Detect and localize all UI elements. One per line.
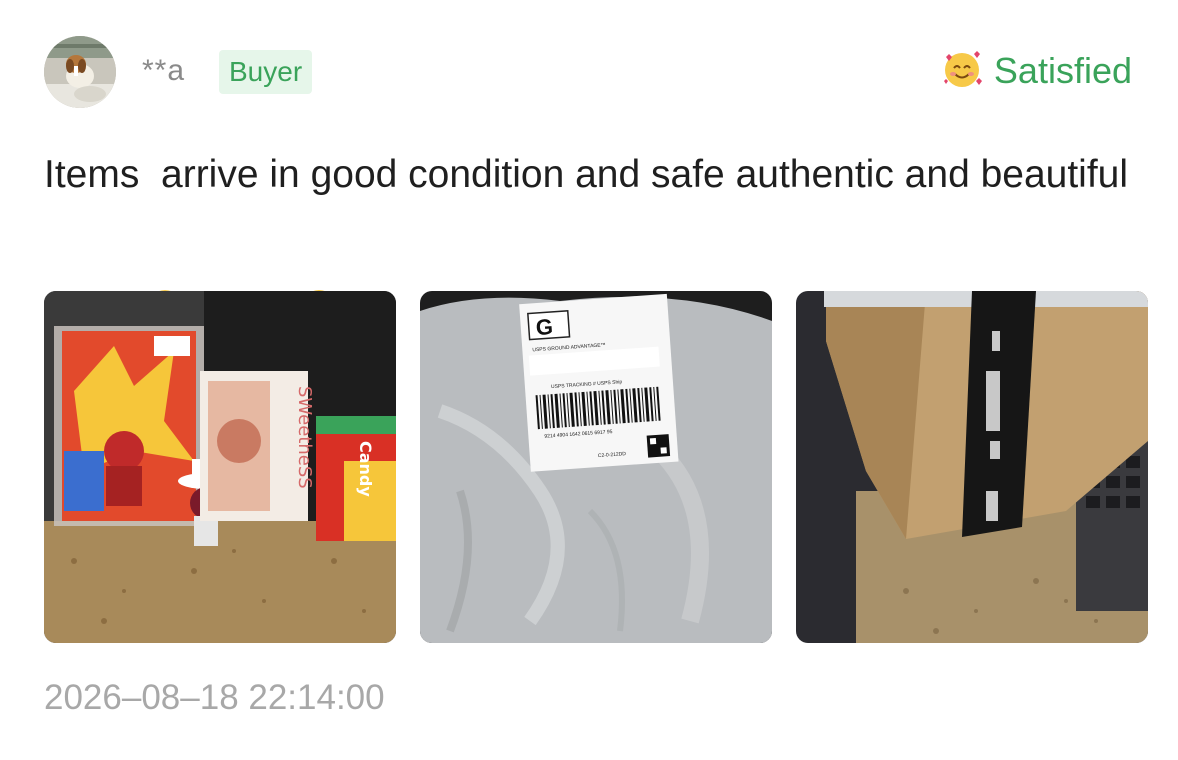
box2-label: Candy: [356, 441, 375, 497]
review-timestamp: 2026–08–18 22:14:00: [44, 678, 385, 717]
username: **a: [142, 54, 186, 87]
buyer-badge: Buyer: [219, 50, 313, 94]
label-letter: G: [535, 314, 554, 340]
photo-gallery: SWeetheSS Candy G USPS GROUND ADVANTAGE™…: [44, 291, 1148, 643]
review-text: Items arrive in good condition and safe …: [44, 153, 1129, 196]
smiling-face-with-hearts-icon: [940, 47, 984, 96]
satisfaction-label: Satisfied: [993, 50, 1132, 91]
review-card: **a Buyer Satisfied Items arrive in good…: [0, 0, 1178, 760]
satisfaction-rating: Satisfied: [940, 48, 1132, 94]
box-label: SWeetheSS: [294, 386, 315, 489]
avatar[interactable]: [44, 36, 116, 108]
photo-box[interactable]: [796, 291, 1148, 643]
photo-package[interactable]: G USPS GROUND ADVANTAGE™ USPS TRACKING #…: [420, 291, 772, 643]
photo-figures[interactable]: SWeetheSS Candy: [44, 291, 396, 643]
